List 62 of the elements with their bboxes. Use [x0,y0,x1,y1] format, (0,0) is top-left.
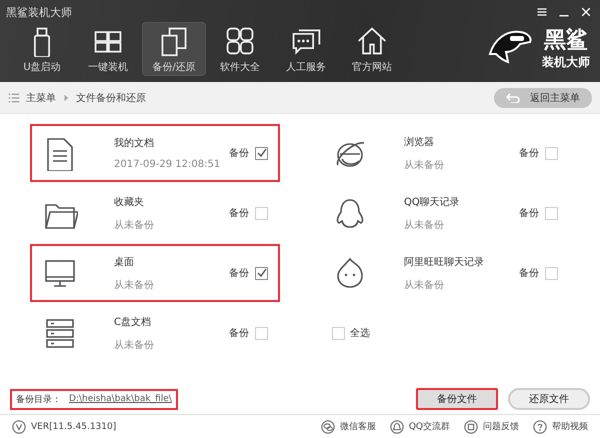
backup-status: 从未备份 [114,278,155,292]
checkbox[interactable] [255,326,268,340]
backup-label: 备份 [519,207,539,220]
status-link[interactable]: 问题反馈 [483,420,519,433]
house-icon [356,24,388,56]
breadcrumb-item: 文件备份和还原 [76,92,146,104]
nav-tab[interactable]: 人工服务 [274,22,338,76]
backup-label: 备份 [229,207,249,220]
backup-status: 从未备份 [114,338,155,352]
wechat-icon[interactable] [320,420,335,434]
status-link[interactable]: QQ交流群 [408,420,450,433]
grid-icon [224,24,256,56]
backup-status: 从未备份 [404,158,445,172]
checkbox[interactable] [545,146,558,160]
backup-dir-label: 备份目录： [16,394,61,406]
checkbox[interactable] [255,266,268,280]
version-icon [12,420,26,434]
backup-label: 备份 [229,327,249,340]
window-title: 黑鲨装机大师 [6,4,72,20]
status-link[interactable]: 帮助视频 [552,420,588,433]
backup-status: 从未备份 [404,218,445,232]
status-link[interactable]: 微信客服 [340,420,376,433]
item-name: 收藏夹 [114,196,145,208]
checkbox[interactable] [545,206,558,220]
item-name: 桌面 [114,256,135,268]
checkbox[interactable] [255,146,268,160]
return-icon [506,92,520,102]
action-button[interactable]: 备份文件 [416,388,498,410]
backup-label: 备份 [229,267,249,280]
feedback-icon[interactable] [464,420,478,434]
item-name: 阿里旺旺聊天记录 [404,256,485,268]
select-all-label: 全选 [350,326,370,340]
nav-tab[interactable]: 备份/还原 [142,22,206,76]
checkbox[interactable] [332,326,345,340]
menu-icon[interactable] [536,6,548,18]
logo-text: 黑鲨 [544,29,588,54]
backup-status: 从未备份 [114,218,155,232]
help-icon[interactable] [533,420,547,434]
backup-label: 备份 [519,267,539,280]
logo-subtitle: 装机大师 [542,54,590,71]
nav-tab[interactable]: 一键装机 [76,22,140,76]
nav-tab[interactable]: 软件大全 [208,22,272,76]
backup-label: 备份 [519,147,539,160]
checkbox[interactable] [545,266,558,280]
backup-status: 2017-09-29 12:08:51 [114,159,222,170]
nav-tab[interactable]: U盘启动 [10,22,74,76]
item-name: 浏览器 [404,136,435,148]
item-name: C盘文档 [114,316,152,328]
nav-tab[interactable]: 官方网站 [340,22,404,76]
breadcrumb-item[interactable]: 主菜单 [26,90,56,104]
action-button[interactable]: 还原文件 [508,388,590,410]
checkbox[interactable] [255,206,268,220]
backup-dir-link[interactable]: D:\heisha\bak\bak_file\ [69,394,172,404]
version-text: VER[11.5.45.1310] [31,422,116,432]
chevron-icon [62,94,70,102]
list-icon [8,92,20,104]
close-icon[interactable] [580,6,592,18]
item-name: 我的文档 [114,136,155,150]
backup-label: 备份 [229,147,249,160]
item-name: QQ聊天记录 [404,196,461,208]
backup-status: 从未备份 [404,278,445,292]
back-button[interactable]: 返回主菜单 [494,88,592,108]
